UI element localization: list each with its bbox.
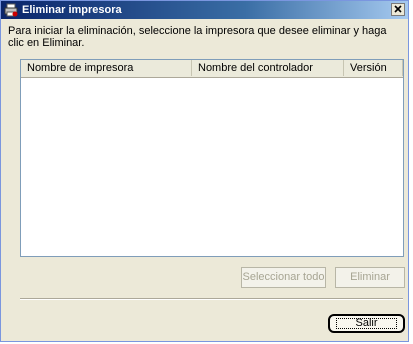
select-all-button[interactable]: Seleccionar todo (241, 267, 326, 288)
remove-printer-dialog: Eliminar impresora Para iniciar la elimi… (0, 0, 409, 342)
delete-button[interactable]: Eliminar (335, 267, 405, 288)
printer-delete-icon (4, 3, 18, 17)
delete-label: Eliminar (350, 271, 390, 283)
column-header-driver-name[interactable]: Nombre del controlador (192, 60, 344, 76)
instruction-text: Para iniciar la eliminación, seleccione … (8, 25, 387, 49)
printer-list[interactable]: Nombre de impresora Nombre del controlad… (20, 59, 404, 257)
close-icon (394, 4, 402, 16)
list-header: Nombre de impresora Nombre del controlad… (21, 60, 403, 78)
title-bar[interactable]: Eliminar impresora (1, 1, 408, 19)
column-header-version[interactable]: Versión (344, 60, 403, 76)
exit-button[interactable]: Salir (328, 314, 405, 333)
separator (20, 298, 403, 300)
select-all-label: Seleccionar todo (242, 271, 325, 283)
window-title: Eliminar impresora (22, 4, 122, 16)
column-header-printer-name[interactable]: Nombre de impresora (21, 60, 192, 76)
focus-ring (336, 318, 397, 329)
close-button[interactable] (391, 3, 405, 16)
